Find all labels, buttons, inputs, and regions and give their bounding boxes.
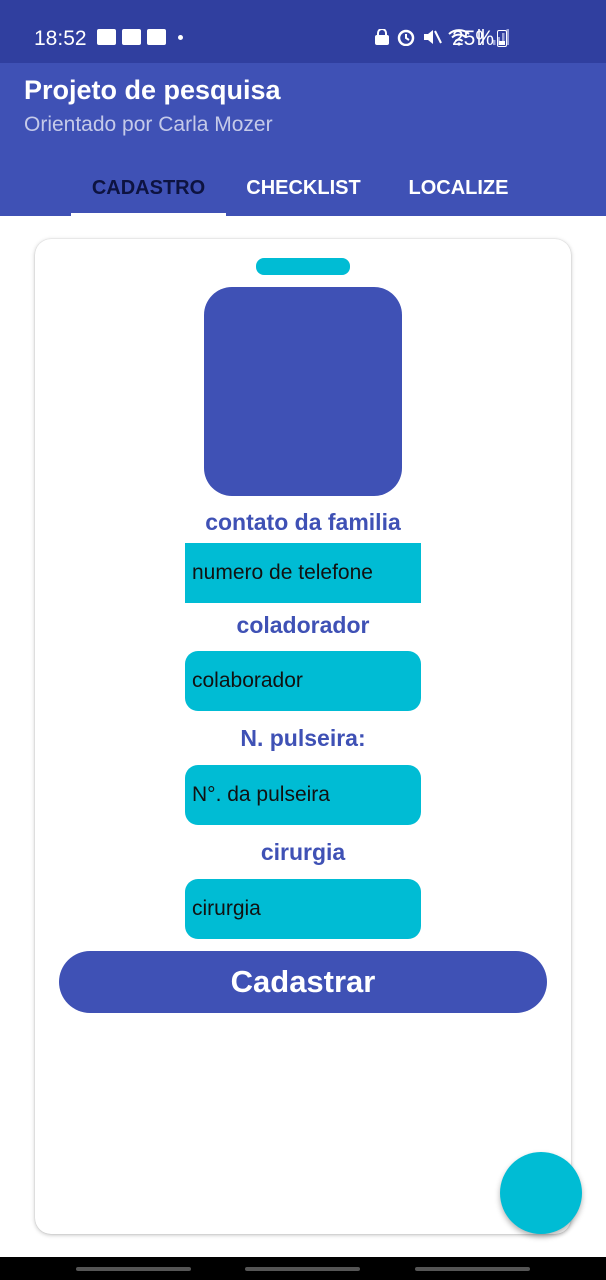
system-navigation-bar (0, 1257, 606, 1280)
surgery-field[interactable] (185, 879, 421, 939)
register-button[interactable]: Cadastrar (59, 951, 547, 1013)
alarm-icon (397, 29, 415, 46)
registration-card: contato da familia coladorador N. pulsei… (35, 239, 571, 1234)
photo-placeholder[interactable] (204, 287, 402, 496)
app-title: Projeto de pesquisa (24, 75, 281, 105)
more-notifications-dot-icon (178, 34, 183, 40)
nav-recents-indicator[interactable] (76, 1267, 191, 1271)
notification-icons (97, 29, 183, 45)
status-bar: 18:52 25% (0, 0, 606, 63)
battery-icon (497, 30, 507, 47)
phone-number-field[interactable] (185, 543, 421, 603)
nav-back-indicator[interactable] (415, 1267, 530, 1271)
voicemail-icon (122, 29, 141, 45)
floating-action-button[interactable] (500, 1152, 582, 1234)
battery-level: 25% (452, 27, 495, 50)
teams-icon (147, 29, 166, 45)
vpn-icon (375, 28, 389, 45)
wristband-label: N. pulseira: (240, 725, 366, 751)
status-time: 18:52 (34, 27, 87, 50)
app-subtitle: Orientado por Carla Mozer (24, 113, 273, 136)
collaborator-field[interactable] (185, 651, 421, 711)
mute-icon (424, 30, 442, 44)
app-bar: Projeto de pesquisa Orientado por Carla … (0, 63, 606, 216)
surgery-label: cirurgia (260, 839, 346, 865)
contact-label: contato da familia (205, 509, 401, 535)
collaborator-label: coladorador (236, 612, 370, 638)
tab-checklist[interactable]: CHECKLIST (226, 161, 381, 216)
drag-handle[interactable] (256, 258, 350, 275)
nav-home-indicator[interactable] (245, 1267, 360, 1271)
tab-localize[interactable]: LOCALIZE (381, 161, 536, 216)
tab-cadastro[interactable]: CADASTRO (71, 161, 226, 216)
image-icon (97, 29, 116, 45)
tab-bar: CADASTRO CHECKLIST LOCALIZE (71, 161, 536, 216)
wristband-number-field[interactable] (185, 765, 421, 825)
